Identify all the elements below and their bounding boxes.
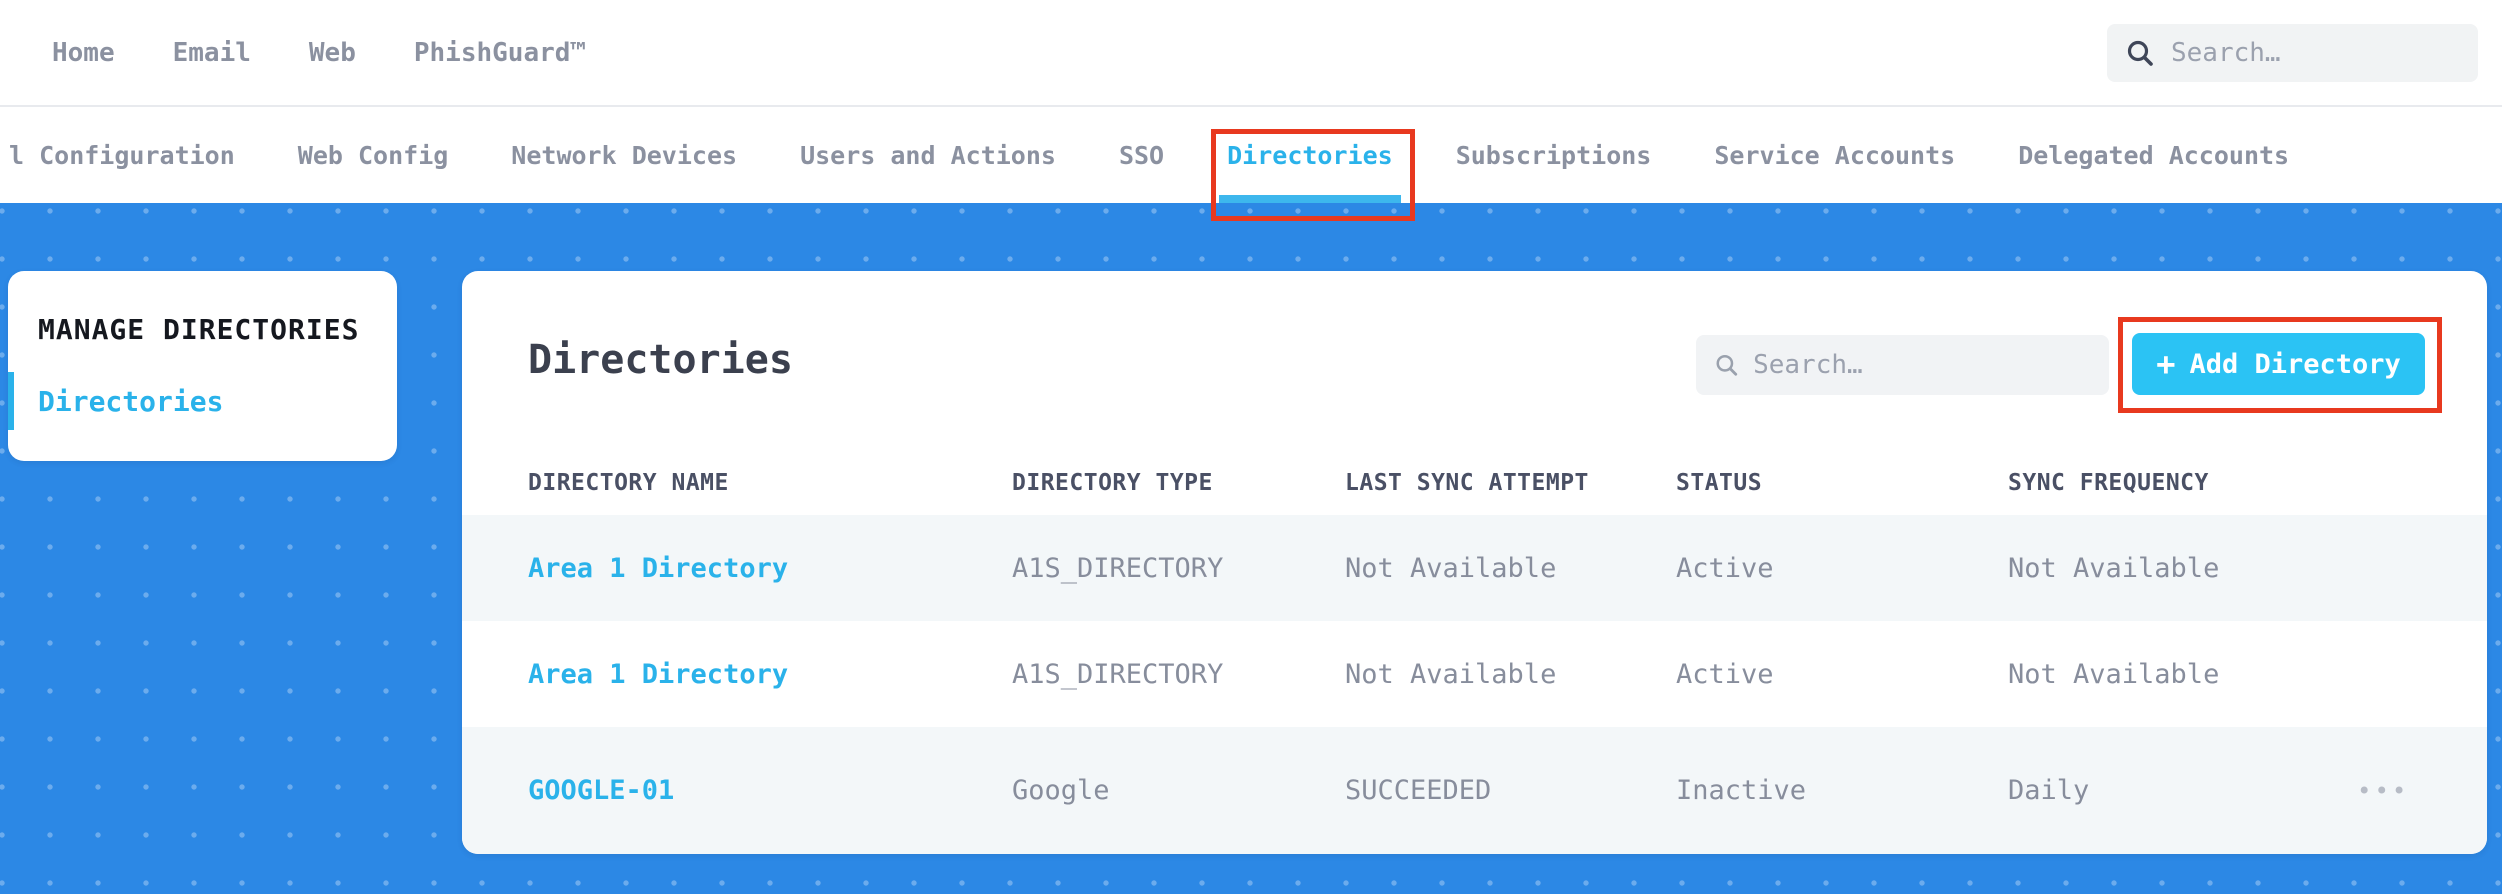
nav-item-web[interactable]: Web bbox=[309, 38, 356, 68]
col-header-status: STATUS bbox=[1676, 470, 1763, 496]
tab-email-configuration[interactable]: l Configuration bbox=[9, 107, 235, 203]
search-icon bbox=[1716, 354, 1738, 376]
table-row: GOOGLE-01 Google SUCCEEDED Inactive Dail… bbox=[462, 727, 2487, 854]
directories-card: Directories + Add Directory DIRECTORY NA… bbox=[462, 271, 2487, 854]
last-sync-cell: SUCCEEDED bbox=[1345, 775, 1492, 806]
col-header-last-sync: LAST SYNC ATTEMPT bbox=[1345, 470, 1589, 496]
directory-type-cell: A1S_DIRECTORY bbox=[1012, 552, 1224, 584]
content-background: MANAGE DIRECTORIES Directories Directori… bbox=[0, 203, 2502, 894]
nav-item-phishguard[interactable]: PhishGuard™ bbox=[414, 38, 586, 68]
page-title: Directories bbox=[528, 337, 793, 383]
directories-search-input[interactable] bbox=[1753, 350, 2091, 380]
row-menu-button[interactable]: ••• bbox=[2357, 777, 2409, 805]
manage-directories-panel: MANAGE DIRECTORIES Directories bbox=[8, 271, 397, 461]
directory-name-link[interactable]: Area 1 Directory bbox=[528, 659, 1012, 690]
col-header-directory-name: DIRECTORY NAME bbox=[528, 470, 729, 496]
nav-item-home[interactable]: Home bbox=[52, 38, 115, 68]
directory-type-cell: A1S_DIRECTORY bbox=[1012, 658, 1224, 690]
sidebar-item-label: Directories bbox=[38, 384, 224, 418]
status-cell: Active bbox=[1676, 658, 1774, 690]
nav-item-email[interactable]: Email bbox=[173, 38, 251, 68]
search-icon bbox=[2127, 40, 2153, 66]
status-cell: Active bbox=[1676, 552, 1774, 584]
tab-delegated-accounts[interactable]: Delegated Accounts bbox=[2018, 107, 2289, 203]
sidebar-item-directories[interactable]: Directories bbox=[8, 372, 397, 430]
table-row: Area 1 Directory A1S_DIRECTORY Not Avail… bbox=[462, 621, 2487, 727]
sync-frequency-cell: Not Available bbox=[2008, 658, 2220, 690]
tab-subscriptions[interactable]: Subscriptions bbox=[1456, 107, 1652, 203]
table-header: DIRECTORY NAME DIRECTORY TYPE LAST SYNC … bbox=[462, 451, 2487, 515]
global-search-input[interactable] bbox=[2171, 38, 2460, 68]
settings-tab-bar: l Configuration Web Config Network Devic… bbox=[0, 107, 2502, 221]
active-tab-underline bbox=[1219, 195, 1401, 203]
add-directory-label: Add Directory bbox=[2189, 348, 2401, 380]
directory-name-link[interactable]: GOOGLE-01 bbox=[528, 775, 1012, 806]
panel-title: MANAGE DIRECTORIES bbox=[38, 313, 360, 346]
plus-icon: + bbox=[2156, 345, 2176, 383]
directories-search[interactable] bbox=[1696, 335, 2109, 395]
sync-frequency-cell: Daily bbox=[2008, 775, 2090, 806]
directories-toolbar: Directories + Add Directory bbox=[462, 271, 2487, 451]
last-sync-cell: Not Available bbox=[1345, 552, 1557, 584]
directory-type-cell: Google bbox=[1012, 775, 1110, 806]
add-directory-button[interactable]: + Add Directory bbox=[2132, 333, 2425, 395]
sync-frequency-cell: Not Available bbox=[2008, 552, 2220, 584]
tab-users-and-actions[interactable]: Users and Actions bbox=[800, 107, 1056, 203]
directory-name-link[interactable]: Area 1 Directory bbox=[528, 553, 1012, 584]
add-directory-wrap: + Add Directory bbox=[2118, 317, 2442, 413]
tab-sso[interactable]: SSO bbox=[1119, 107, 1164, 203]
active-item-bar bbox=[8, 372, 14, 430]
tab-web-config[interactable]: Web Config bbox=[298, 107, 449, 203]
last-sync-cell: Not Available bbox=[1345, 658, 1557, 690]
top-nav: Home Email Web PhishGuard™ bbox=[0, 0, 2502, 107]
status-cell: Inactive bbox=[1676, 775, 1807, 806]
col-header-sync-frequency: SYNC FREQUENCY bbox=[2008, 470, 2209, 496]
tab-service-accounts[interactable]: Service Accounts bbox=[1714, 107, 1955, 203]
col-header-directory-type: DIRECTORY TYPE bbox=[1012, 470, 1213, 496]
tab-network-devices[interactable]: Network Devices bbox=[511, 107, 737, 203]
tab-directories-label: Directories bbox=[1227, 140, 1393, 170]
tab-directories[interactable]: Directories bbox=[1211, 107, 1415, 221]
table-row: Area 1 Directory A1S_DIRECTORY Not Avail… bbox=[462, 515, 2487, 621]
global-search[interactable] bbox=[2107, 24, 2478, 82]
